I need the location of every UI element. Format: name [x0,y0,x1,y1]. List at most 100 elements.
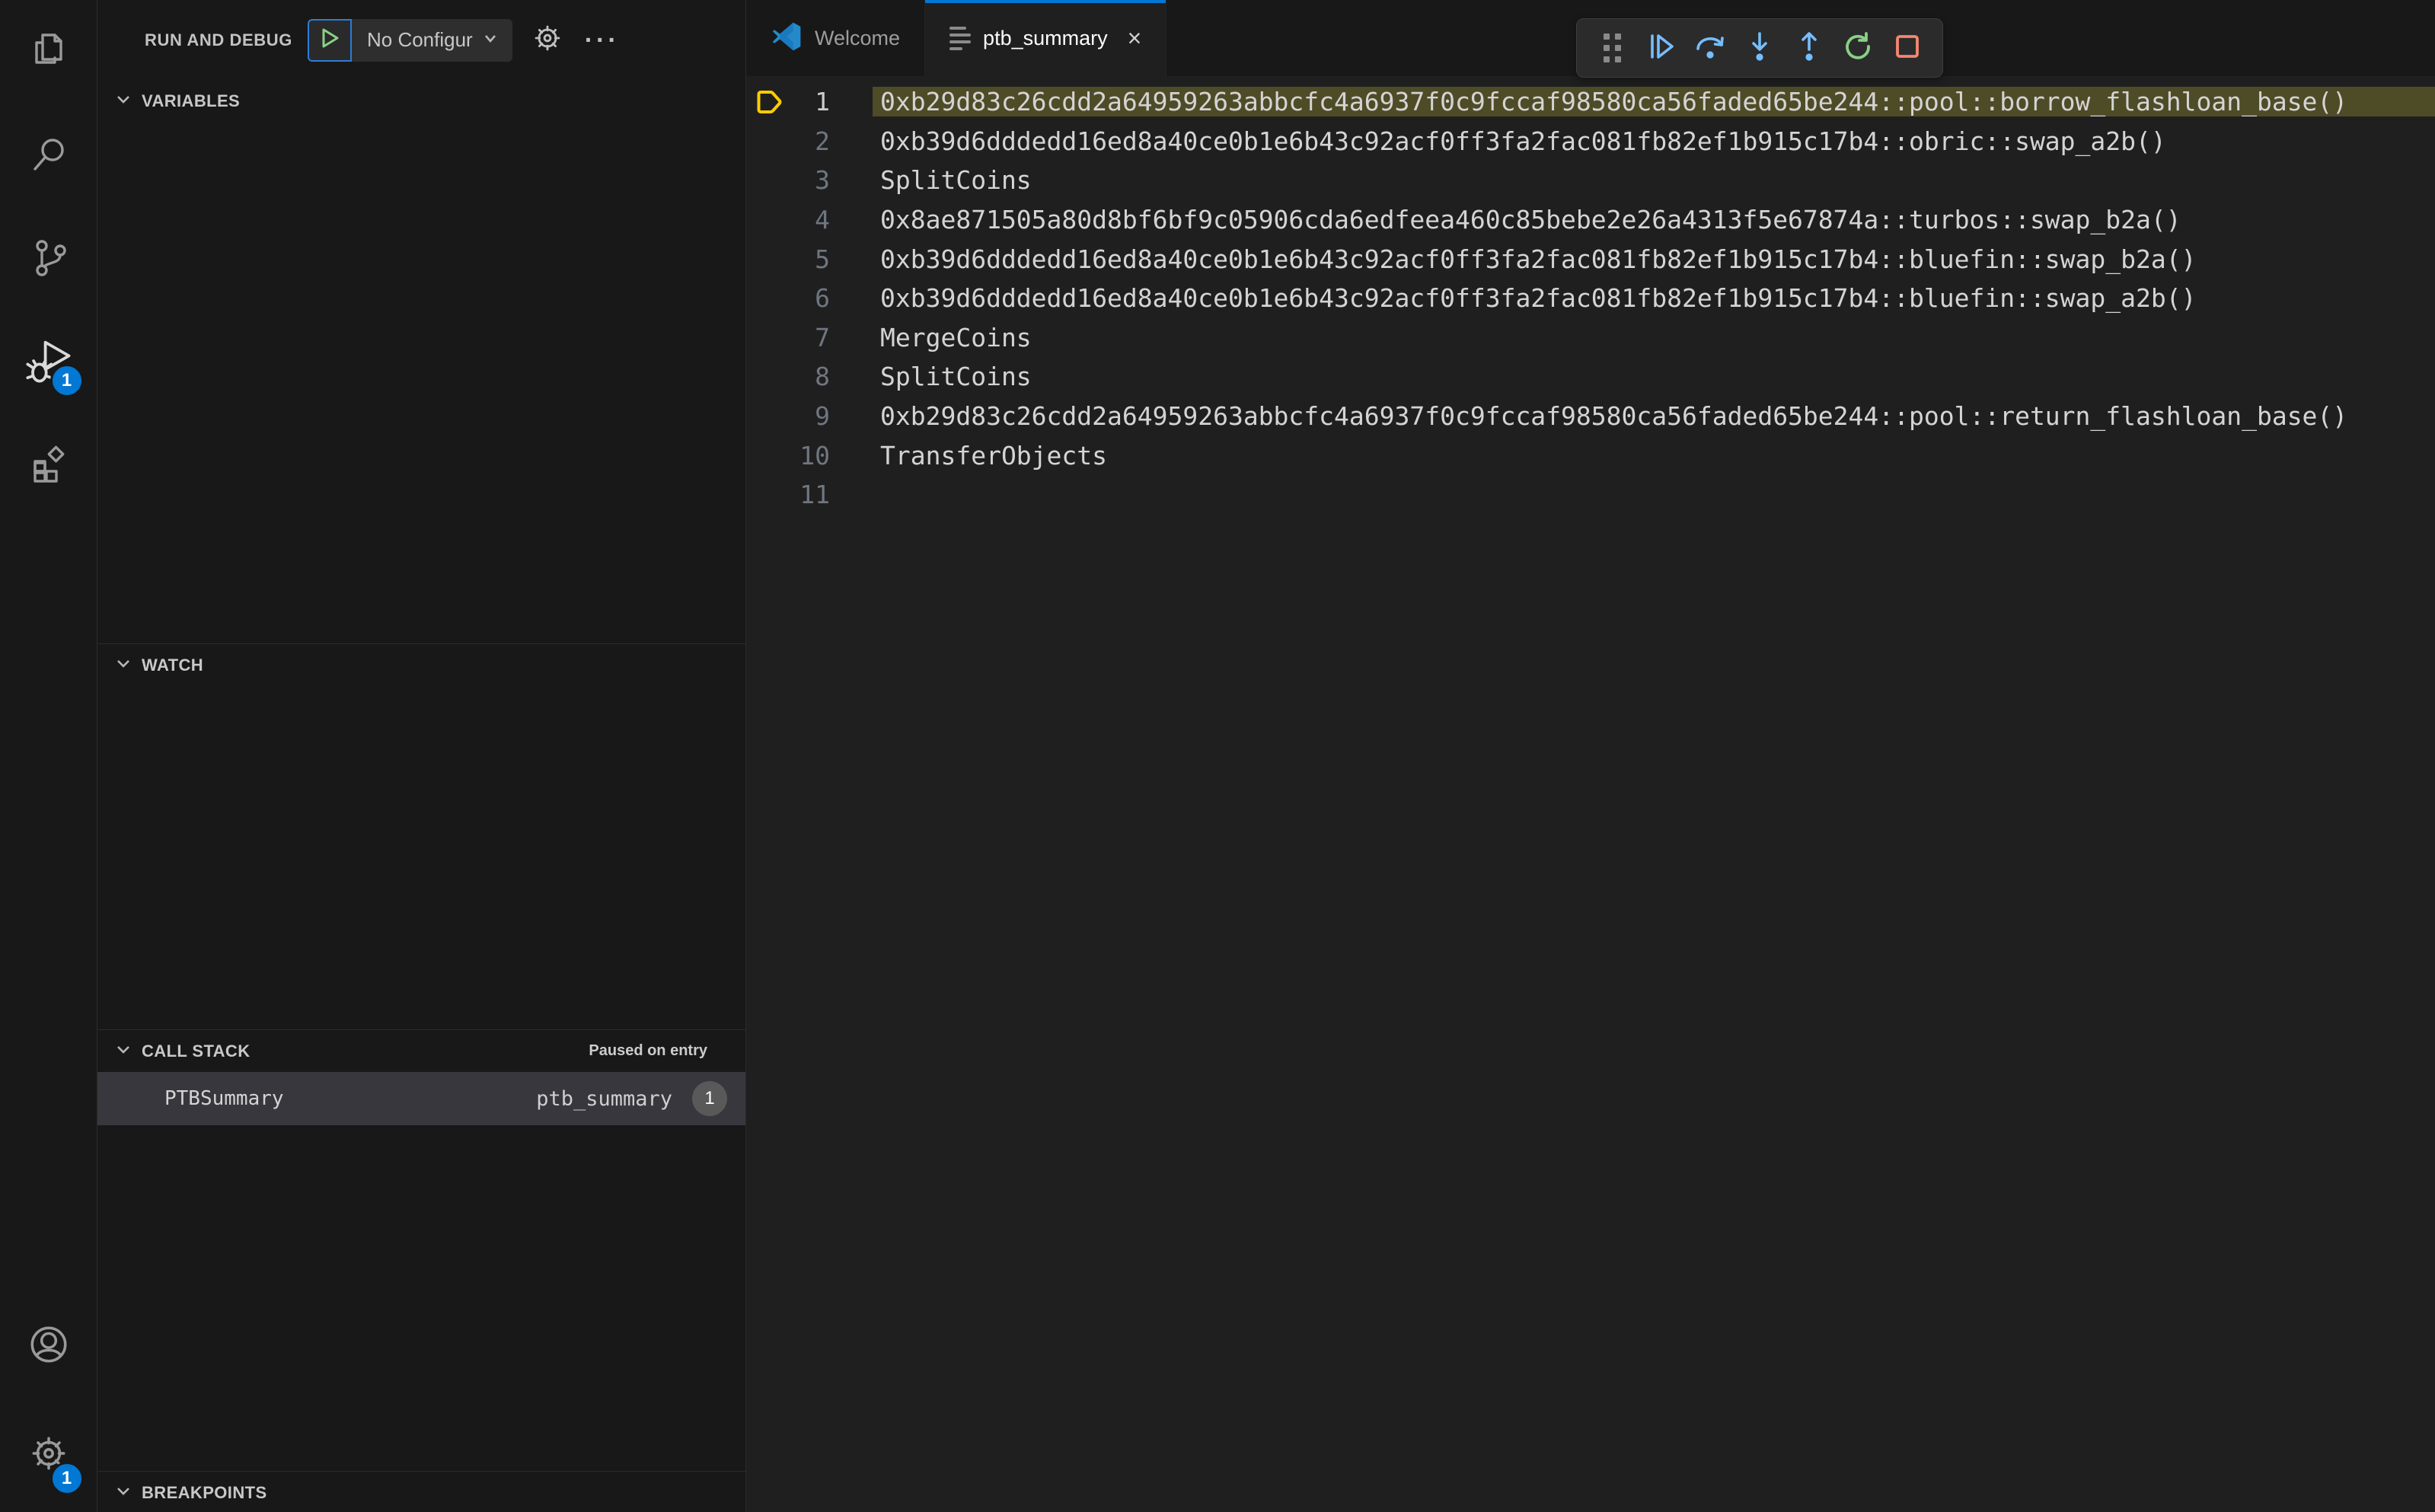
breakpoints-section: BREAKPOINTS [97,1471,745,1512]
restart-icon [1840,29,1875,68]
chevron-down-icon [114,654,132,676]
settings-button[interactable]: 1 [0,1398,97,1512]
files-icon [27,29,70,75]
code-editor[interactable]: 1 0xb29d83c26cdd2a64959263abbcfc4a6937f0c… [746,76,2435,515]
step-into-icon [1742,29,1777,68]
code-line[interactable]: 7 MergeCoins [746,318,2435,358]
line-text: TransferObjects [880,440,1108,471]
code-line[interactable]: 2 0xb39d6dddedd16ed8a40ce0b1e6b43c92acf0f… [746,122,2435,161]
gear-icon [531,21,564,59]
chevron-down-icon [114,90,132,112]
toolbar-drag-handle[interactable] [1591,27,1633,69]
call-stack-frame[interactable]: PTBSummary ptb_summary 1 [97,1072,745,1125]
code-line[interactable]: 3 SplitCoins [746,161,2435,200]
code-line[interactable]: 6 0xb39d6dddedd16ed8a40ce0b1e6b43c92acf0f… [746,279,2435,318]
accounts-button[interactable] [0,1294,97,1398]
code-line[interactable]: 5 0xb39d6dddedd16ed8a40ce0b1e6b43c92acf0f… [746,239,2435,279]
start-debugging-button[interactable] [307,18,352,62]
line-number: 5 [815,244,830,274]
watch-section: WATCH [97,643,745,1029]
more-actions-button[interactable]: ··· [582,21,622,60]
step-over-button[interactable] [1689,27,1731,69]
source-control-button[interactable] [0,207,97,311]
call-stack-header[interactable]: CALL STACK Paused on entry [97,1030,745,1072]
line-number: 2 [815,126,830,156]
run-and-debug-panel: RUN AND DEBUG No Configur ··· VARIABLES … [97,0,746,1512]
play-icon [318,27,341,53]
restart-button[interactable] [1837,27,1879,69]
sidebar-header: RUN AND DEBUG No Configur ··· [97,0,745,80]
line-number: 10 [799,440,830,471]
stop-icon [1890,29,1925,68]
step-into-button[interactable] [1738,27,1781,69]
line-text: MergeCoins [880,322,1032,352]
chevron-down-icon [114,1482,132,1504]
code-line[interactable]: 1 0xb29d83c26cdd2a64959263abbcfc4a6937f0c… [746,82,2435,122]
line-number: 11 [799,480,830,510]
section-label: BREAKPOINTS [142,1482,267,1502]
extensions-icon [27,443,70,490]
git-branch-icon [27,236,70,282]
run-and-debug-button[interactable]: 1 [0,311,97,414]
debug-count-badge: 1 [49,364,84,397]
paused-status: Paused on entry [589,1042,707,1059]
ellipsis-icon: ··· [584,25,620,55]
code-line[interactable]: 11 [746,475,2435,515]
settings-badge: 1 [49,1462,84,1495]
tab-welcome[interactable]: Welcome [746,0,926,76]
debug-toolbar [1576,18,1943,78]
variables-header[interactable]: VARIABLES [97,80,745,122]
search-icon [27,132,70,179]
continue-icon [1644,29,1679,68]
config-dropdown-value: No Configur [366,28,473,51]
debug-settings-button[interactable] [528,21,567,60]
explorer-button[interactable] [0,0,97,104]
chevron-down-icon [114,1040,132,1062]
step-over-icon [1693,29,1728,68]
section-label: VARIABLES [142,91,241,110]
breakpoints-header[interactable]: BREAKPOINTS [97,1472,745,1512]
close-tab-icon[interactable]: × [1128,26,1142,50]
continue-button[interactable] [1640,27,1683,69]
code-line[interactable]: 8 SplitCoins [746,357,2435,397]
line-text: 0x8ae871505a80d8bf6bf9c05906cda6edfeea46… [880,205,2181,235]
section-label: CALL STACK [142,1041,251,1061]
tab-ptb-summary[interactable]: ptb_summary × [925,0,1167,76]
line-number: 4 [815,205,830,235]
chevron-down-icon [482,28,499,52]
frame-name: PTBSummary [164,1087,284,1110]
frame-line-badge: 1 [692,1081,727,1116]
step-out-button[interactable] [1788,27,1830,69]
config-dropdown[interactable]: No Configur [351,18,512,62]
variables-section: VARIABLES [97,80,745,643]
watch-header[interactable]: WATCH [97,644,745,686]
stop-button[interactable] [1886,27,1929,69]
tab-label: ptb_summary [983,26,1108,49]
line-text: 0xb29d83c26cdd2a64959263abbcfc4a6937f0c9… [873,87,2435,117]
extensions-button[interactable] [0,414,97,518]
line-number: 3 [815,165,830,196]
line-text: SplitCoins [880,165,1032,196]
section-label: WATCH [142,655,204,675]
line-number: 8 [815,362,830,392]
grip-icon [1603,33,1621,62]
line-number: 7 [815,322,830,352]
code-line[interactable]: 10 TransferObjects [746,435,2435,475]
vscode-logo-icon [771,21,803,56]
line-text: SplitCoins [880,362,1032,392]
activity-bar: 1 1 [0,0,97,1512]
call-stack-section: CALL STACK Paused on entry PTBSummary pt… [97,1029,745,1471]
line-text: 0xb39d6dddedd16ed8a40ce0b1e6b43c92acf0ff… [880,126,2166,156]
vscode-window: 1 1 RUN AND DEBUG No Configur ··· VARIAB… [0,0,2435,1512]
debug-config-combo: No Configur [307,18,512,62]
search-button[interactable] [0,104,97,207]
panel-title: RUN AND DEBUG [145,30,292,49]
line-text: 0xb29d83c26cdd2a64959263abbcfc4a6937f0c9… [880,401,2348,432]
debug-execution-pointer-icon [755,87,786,123]
step-out-icon [1792,29,1827,68]
code-line[interactable]: 9 0xb29d83c26cdd2a64959263abbcfc4a6937f0c… [746,397,2435,436]
editor-area: Welcome ptb_summary × 1 0xb29d83c26cdd2a6… [746,0,2435,1512]
line-number: 6 [815,283,830,314]
code-line[interactable]: 4 0x8ae871505a80d8bf6bf9c05906cda6edfeea4… [746,200,2435,240]
tab-label: Welcome [815,26,901,49]
